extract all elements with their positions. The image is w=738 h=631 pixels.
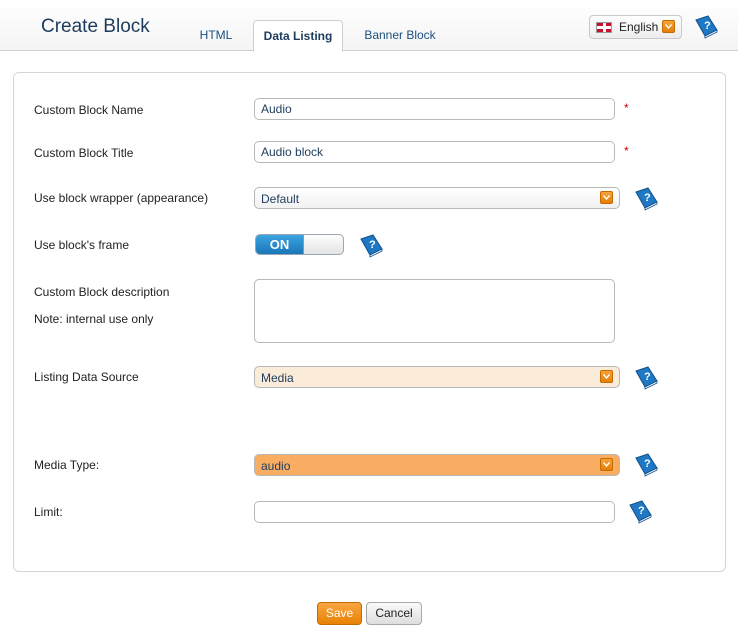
limit-input[interactable] [254,501,615,523]
chevron-down-icon [600,191,613,204]
media-type-value: audio [261,459,291,473]
header-bar: Create Block HTML Data Listing Banner Bl… [0,0,738,52]
svg-text:?: ? [638,505,645,517]
help-book-icon[interactable]: ? [634,365,659,390]
data-source-label: Listing Data Source [34,370,139,384]
chevron-down-icon [600,458,613,471]
svg-text:?: ? [644,458,651,470]
chevron-down-icon [600,370,613,383]
help-book-icon[interactable]: ? [694,14,719,39]
cancel-button[interactable]: Cancel [366,602,422,625]
media-type-label: Media Type: [34,458,100,472]
language-label: English [619,20,659,34]
block-name-label: Custom Block Name [34,103,144,117]
language-selector[interactable]: English [589,15,682,39]
data-source-select[interactable]: Media [254,366,620,388]
wrapper-select-value: Default [261,192,300,206]
tab-html[interactable]: HTML [189,20,243,50]
wrapper-label: Use block wrapper (appearance) [34,191,209,205]
svg-text:?: ? [644,371,651,383]
block-title-label: Custom Block Title [34,146,134,160]
description-note: Note: internal use only [34,312,154,326]
help-book-icon[interactable]: ? [628,499,653,524]
frame-label: Use block's frame [34,238,129,252]
save-button[interactable]: Save [317,602,362,625]
data-source-value: Media [261,371,294,385]
tab-banner-block[interactable]: Banner Block [353,20,447,50]
help-book-icon[interactable]: ? [634,452,659,477]
required-mark: * [624,144,629,158]
description-label: Custom Block description [34,285,170,299]
media-type-select[interactable]: audio [254,454,620,476]
limit-label: Limit: [34,505,63,519]
uk-flag-icon [596,22,612,33]
help-book-icon[interactable]: ? [634,186,659,211]
svg-text:?: ? [644,192,651,204]
tab-data-listing[interactable]: Data Listing [253,20,343,52]
toggle-on-label: ON [256,235,304,254]
help-book-icon[interactable]: ? [359,233,384,258]
block-title-input[interactable]: Audio block [254,141,615,163]
description-textarea[interactable] [254,279,615,343]
svg-text:?: ? [369,239,376,251]
frame-toggle[interactable]: ON [255,234,344,255]
svg-text:?: ? [704,20,711,32]
page-title: Create Block [41,16,150,37]
chevron-down-icon [662,20,675,33]
wrapper-select[interactable]: Default [254,187,620,209]
required-mark: * [624,101,629,115]
block-name-input[interactable]: Audio [254,98,615,120]
